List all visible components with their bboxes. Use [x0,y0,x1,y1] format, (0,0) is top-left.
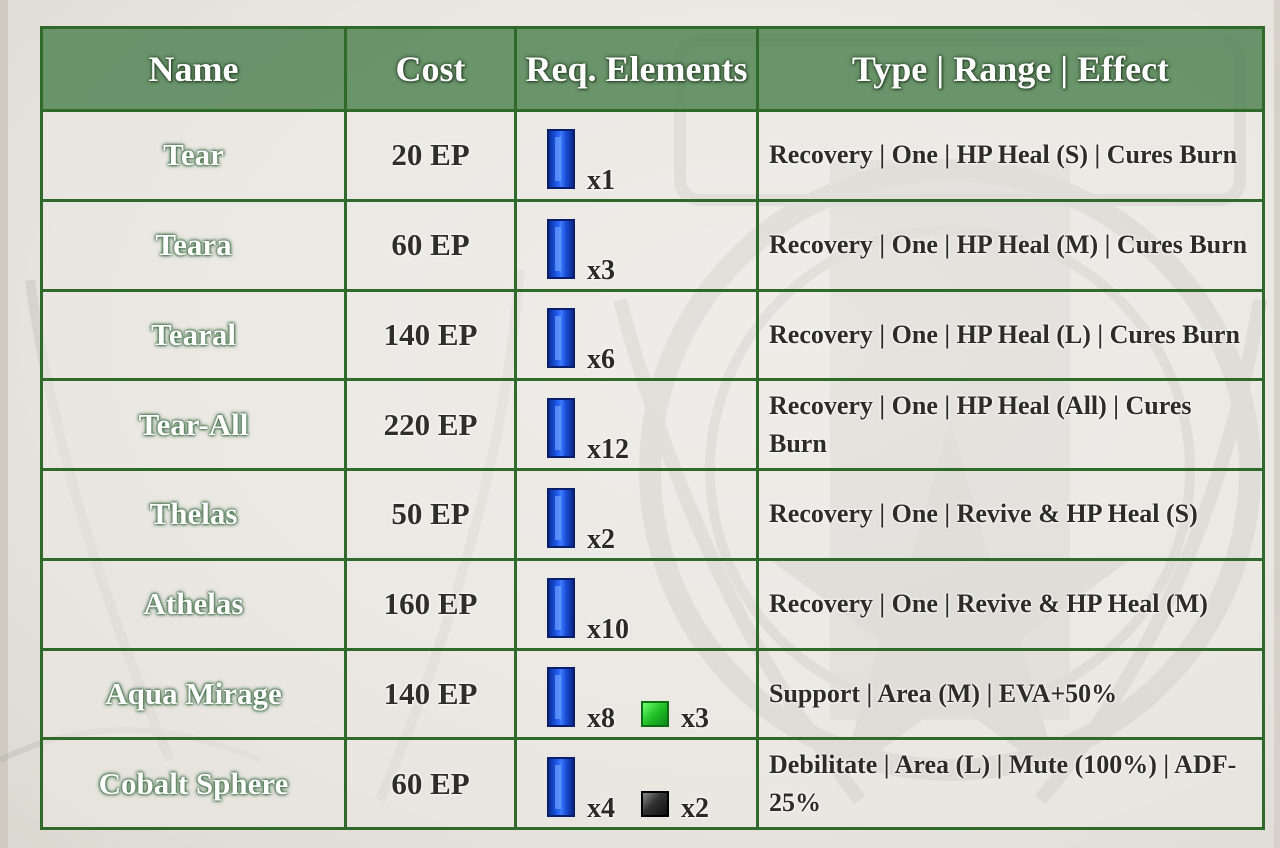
spell-effect: Recovery | One | HP Heal (S) | Cures Bur… [756,109,1265,202]
table-row: Thelas 50 EP x2 Recovery | One | Revive … [40,468,1265,561]
spell-name: Teara [40,198,347,292]
water-count: x8 [587,703,615,735]
blue-water-element-icon [547,667,575,728]
spell-effect: Debilitate | Area (L) | Mute (100%) | AD… [756,737,1265,830]
table-row: Teara 60 EP x3 Recovery | One | HP Heal … [40,198,1265,292]
table-row: Tear-All 220 EP x12 Recovery | One | HP … [40,378,1265,471]
spell-elements: x8 x3 [514,647,759,741]
header-name: Name [40,26,347,112]
spell-name: Thelas [40,468,347,561]
blue-water-element-icon [547,218,575,279]
spell-cost: 140 EP [344,288,517,382]
water-count: x10 [587,613,629,645]
header-cost: Cost [344,26,517,112]
header-type-range-effect: Type | Range | Effect [756,26,1265,112]
blue-water-element-icon [547,487,575,548]
water-count: x3 [587,254,615,286]
water-count: x2 [587,523,615,555]
blue-water-element-icon [547,757,575,817]
table-header-row: Name Cost Req. Elements Type | Range | E… [40,26,1265,112]
table-row: Cobalt Sphere 60 EP x4 x2 Debilitate | A… [40,737,1265,830]
table-row: Aqua Mirage 140 EP x8 x3 Support | Area … [40,647,1265,741]
spell-effect: Recovery | One | Revive & HP Heal (S) [756,468,1265,561]
black-space-element-icon [641,791,669,817]
space-count: x2 [681,793,709,824]
spell-cost: 140 EP [344,647,517,741]
spell-name: Aqua Mirage [40,647,347,741]
spell-cost: 160 EP [344,557,517,651]
header-req-elements: Req. Elements [514,26,759,112]
spell-elements: x1 [514,109,759,202]
table-row: Tear 20 EP x1 Recovery | One | HP Heal (… [40,109,1265,202]
spell-effect: Recovery | One | HP Heal (L) | Cures Bur… [756,288,1265,382]
water-count: x4 [587,793,615,824]
table-row: Athelas 160 EP x10 Recovery | One | Revi… [40,557,1265,651]
water-count: x6 [587,344,615,376]
spell-table: Name Cost Req. Elements Type | Range | E… [40,26,1265,830]
spell-elements: x12 [514,378,759,471]
spell-cost: 60 EP [344,737,517,830]
table-row: Tearal 140 EP x6 Recovery | One | HP Hea… [40,288,1265,382]
spell-name: Tear [40,109,347,202]
green-wind-element-icon [641,701,669,728]
spell-elements: x2 [514,468,759,561]
spell-effect: Recovery | One | HP Heal (All) | Cures B… [756,378,1265,471]
spell-elements: x3 [514,198,759,292]
water-count: x12 [587,434,629,465]
spell-effect: Support | Area (M) | EVA+50% [756,647,1265,741]
spell-elements: x6 [514,288,759,382]
spell-cost: 50 EP [344,468,517,561]
spell-cost: 220 EP [344,378,517,471]
spell-effect: Recovery | One | Revive & HP Heal (M) [756,557,1265,651]
spell-name: Tear-All [40,378,347,471]
blue-water-element-icon [547,308,575,369]
spell-elements: x10 [514,557,759,651]
blue-water-element-icon [547,577,575,638]
water-count: x1 [587,164,615,196]
spell-name: Cobalt Sphere [40,737,347,830]
spell-cost: 60 EP [344,198,517,292]
wind-count: x3 [681,703,709,735]
spell-cost: 20 EP [344,109,517,202]
spell-elements: x4 x2 [514,737,759,830]
blue-water-element-icon [547,398,575,458]
spell-effect: Recovery | One | HP Heal (M) | Cures Bur… [756,198,1265,292]
spell-name: Athelas [40,557,347,651]
spell-name: Tearal [40,288,347,382]
blue-water-element-icon [547,128,575,189]
